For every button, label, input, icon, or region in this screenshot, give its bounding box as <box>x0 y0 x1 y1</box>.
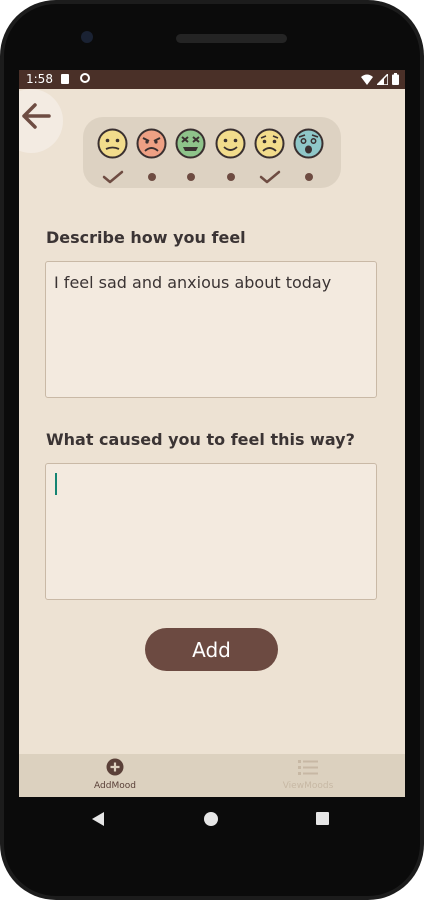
wifi-icon <box>361 74 373 85</box>
add-button[interactable]: Add <box>145 628 278 671</box>
angry-face-icon[interactable] <box>136 128 167 159</box>
add-circle-icon <box>106 758 124 776</box>
dot-indicator <box>227 173 235 181</box>
sad-face-icon[interactable] <box>254 128 285 159</box>
earpiece-speaker <box>176 34 287 43</box>
nav-item-add-mood[interactable]: AddMood <box>75 758 155 791</box>
dot-indicator <box>148 173 156 181</box>
status-bar: 1:58 <box>19 70 405 89</box>
sd-card-icon <box>61 74 69 84</box>
cause-text-field[interactable] <box>45 463 377 600</box>
list-icon <box>298 760 318 775</box>
system-navigation-bar <box>19 797 405 842</box>
arrow-left-icon <box>22 103 51 129</box>
fearful-face-icon[interactable] <box>293 128 324 159</box>
signal-icon <box>377 73 388 85</box>
nav-item-view-moods[interactable]: ViewMoods <box>268 758 348 791</box>
cause-label: What caused you to feel this way? <box>46 430 355 449</box>
sync-icon <box>80 73 90 83</box>
neutral-face-icon[interactable] <box>97 128 128 159</box>
feel-text-field[interactable]: I feel sad and anxious about today <box>45 261 377 398</box>
check-icon <box>102 170 124 184</box>
bottom-navigation: AddMood ViewMoods <box>19 754 405 797</box>
back-button[interactable] <box>19 89 63 153</box>
front-camera <box>81 31 93 43</box>
status-time: 1:58 <box>26 72 53 86</box>
battery-icon <box>392 73 399 85</box>
dot-indicator <box>187 173 195 181</box>
system-back-icon[interactable] <box>92 812 104 826</box>
check-icon <box>259 170 281 184</box>
status-indicators <box>361 73 399 85</box>
system-home-icon[interactable] <box>204 812 218 826</box>
system-recents-icon[interactable] <box>316 812 329 825</box>
app-screen: 1:58 Describe how you feel I feel sad an… <box>19 70 405 797</box>
nav-label-add-mood: AddMood <box>94 781 136 791</box>
nav-label-view-moods: ViewMoods <box>282 781 334 791</box>
feel-text-value: I feel sad and anxious about today <box>54 273 332 292</box>
feel-label: Describe how you feel <box>46 228 246 247</box>
happy-face-icon[interactable] <box>215 128 246 159</box>
mood-selector <box>83 117 341 188</box>
disgusted-face-icon[interactable] <box>175 128 206 159</box>
text-cursor <box>55 473 57 495</box>
dot-indicator <box>305 173 313 181</box>
